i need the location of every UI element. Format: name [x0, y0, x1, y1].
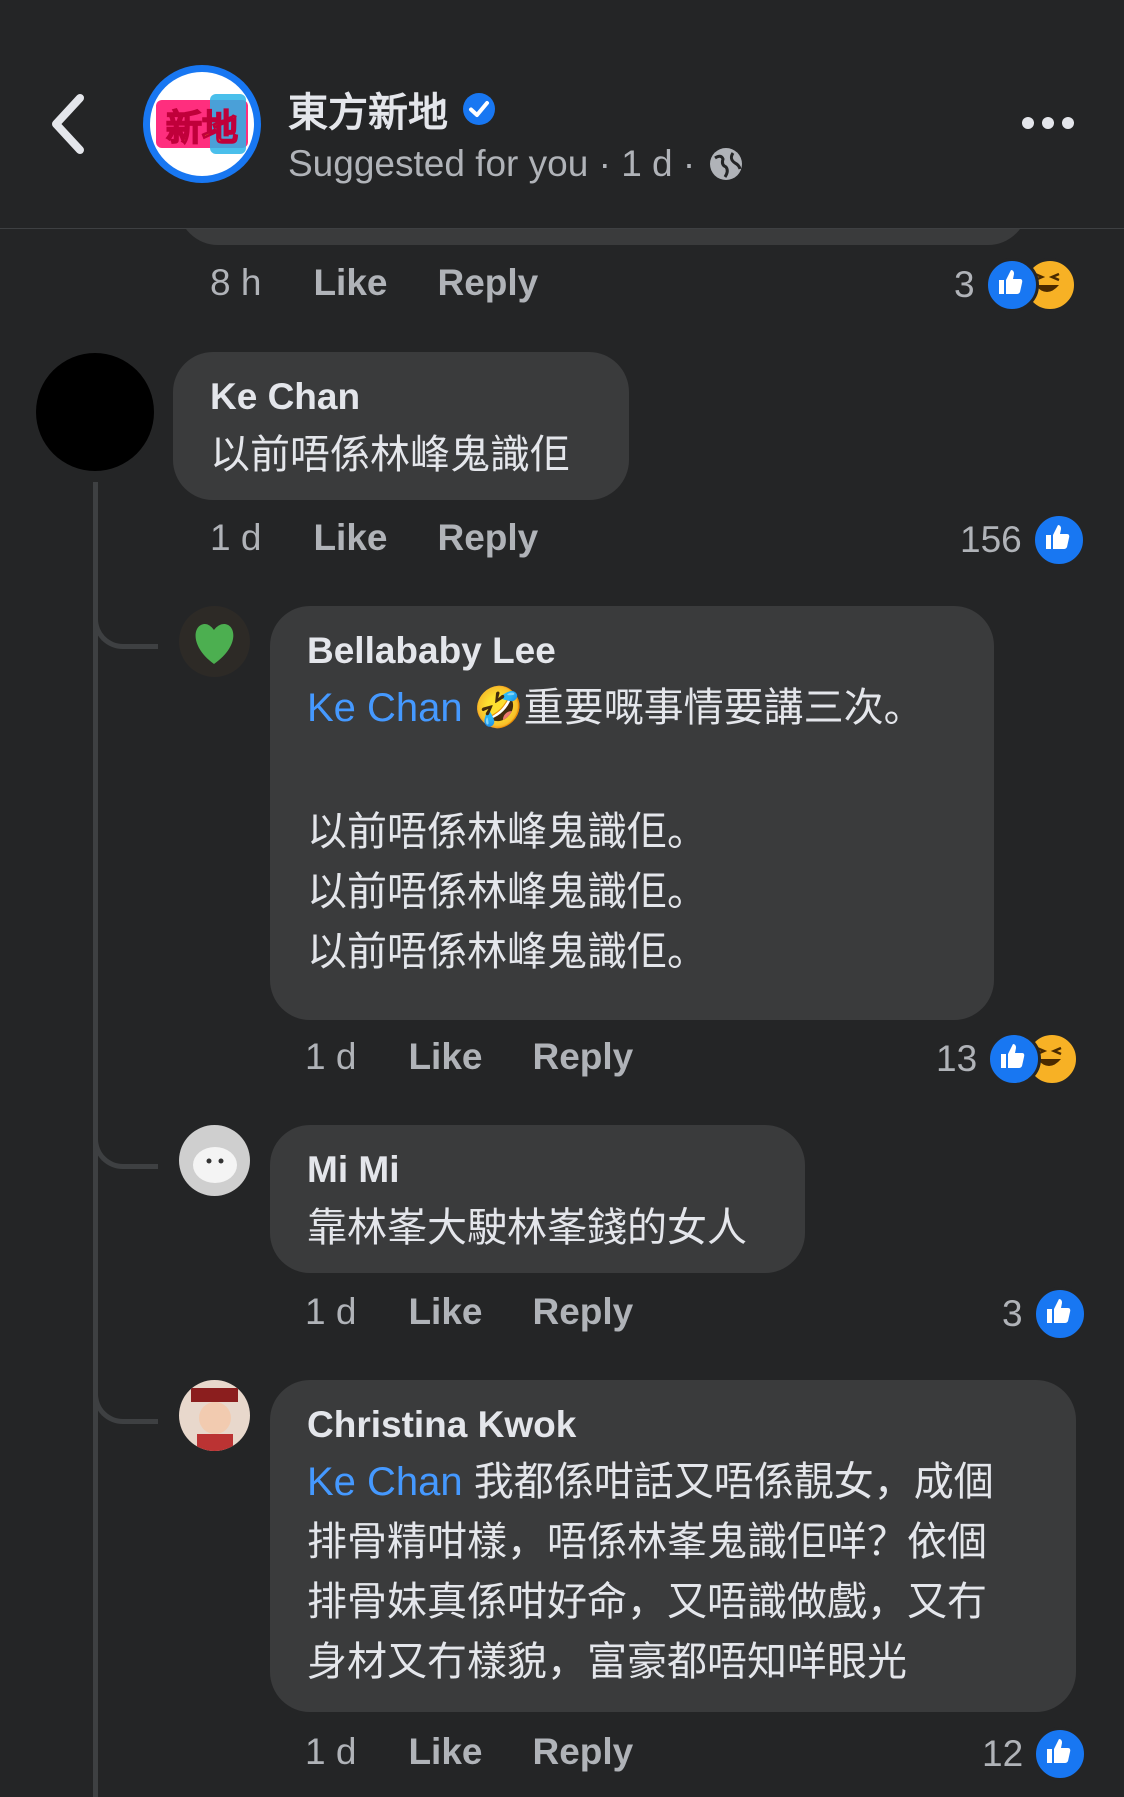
comment-time: 1 d: [305, 1291, 357, 1332]
comment-text-line: 身材又冇樣貌，富豪都唔知咩眼光: [307, 1640, 907, 1684]
thread-connector: [93, 1104, 158, 1169]
comment-author[interactable]: Ke Chan: [210, 376, 360, 418]
like-button[interactable]: Like: [408, 1731, 482, 1773]
like-reaction-icon: [1033, 1727, 1088, 1781]
reaction-count: 12: [982, 1733, 1024, 1774]
thread-connector: [93, 584, 158, 649]
reaction-count: 156: [960, 519, 1022, 560]
reaction-count: 13: [936, 1038, 978, 1079]
reply-button[interactable]: Reply: [437, 262, 538, 304]
globe-icon: [710, 148, 743, 180]
reaction-summary[interactable]: 13: [936, 1032, 1080, 1086]
mention-link[interactable]: Ke Chan: [307, 1460, 463, 1504]
comment-actions: 1 d Like Reply: [305, 1036, 633, 1078]
like-reaction-icon: [1031, 513, 1086, 567]
like-reaction-icon: [984, 258, 1039, 312]
reaction-count: 3: [1002, 1293, 1023, 1334]
comment-time: 1 d: [210, 517, 262, 558]
page-logo-text: 新地: [166, 108, 238, 149]
post-meta: Suggested for you · 1 d ·: [288, 143, 745, 185]
like-button[interactable]: Like: [313, 517, 387, 559]
reaction-summary[interactable]: 3: [1002, 1287, 1087, 1341]
page-avatar[interactable]: 新地: [143, 65, 261, 183]
like-reaction-icon: [1032, 1287, 1087, 1341]
comment-bubble: Bellababy Lee Ke Chan 🤣重要嘅事情要講三次。 以前唔係林峰…: [270, 606, 994, 1020]
comment-text-line: 我都係咁話又唔係靚女，成個: [473, 1460, 994, 1504]
reply-button[interactable]: Reply: [532, 1291, 633, 1333]
thread-connector: [93, 1359, 158, 1424]
comment-actions: 1 d Like Reply: [305, 1291, 633, 1333]
rofl-emoji: 🤣: [473, 686, 524, 730]
more-dots-icon[interactable]: [1022, 108, 1082, 138]
post-meta-text: Suggested for you · 1 d ·: [288, 143, 696, 184]
comment-text-line: 重要嘅事情要講三次。: [523, 686, 924, 730]
comment-text: Ke Chan 🤣重要嘅事情要講三次。: [307, 678, 924, 739]
comment-actions: 1 d Like Reply: [305, 1731, 633, 1773]
chevron-left-icon[interactable]: [44, 92, 94, 156]
comment-time: 8 h: [210, 262, 262, 303]
comment-author[interactable]: Bellababy Lee: [307, 630, 556, 672]
like-button[interactable]: Like: [408, 1291, 482, 1333]
comment-text: Ke Chan 我都係咁話又唔係靚女，成個: [307, 1452, 994, 1513]
comment-bubble: Ke Chan 以前唔係林峰鬼識佢: [173, 352, 629, 500]
like-button[interactable]: Like: [408, 1036, 482, 1078]
reaction-summary[interactable]: 156: [960, 513, 1086, 567]
reaction-summary[interactable]: 12: [982, 1727, 1088, 1781]
comment-text: 以前唔係林峰鬼識佢: [210, 433, 570, 477]
comment-text-line: 以前唔係林峰鬼識佢。: [307, 930, 707, 974]
reply-button[interactable]: Reply: [437, 517, 538, 559]
comment-text-line: 以前唔係林峰鬼識佢。: [307, 810, 707, 854]
comment-text-line: 排骨精咁樣，唔係林峯鬼識佢咩？依個: [307, 1520, 987, 1564]
page-logo: 新地: [150, 72, 254, 176]
comment-bubble: Mi Mi 靠林峯大駛林峯錢的女人: [270, 1125, 805, 1273]
reaction-count: 3: [954, 264, 975, 305]
comment-text: 靠林峯大駛林峯錢的女人: [307, 1206, 747, 1250]
comment-text-line: 排骨妹真係咁好命，又唔識做戲，又冇: [307, 1580, 987, 1624]
reply-button[interactable]: Reply: [532, 1036, 633, 1078]
comment-time: 1 d: [305, 1036, 357, 1077]
comment-text-line: 以前唔係林峰鬼識佢。: [307, 870, 707, 914]
avatar[interactable]: [36, 353, 154, 471]
avatar[interactable]: [179, 1380, 250, 1451]
comment-actions: 8 h Like Reply: [210, 262, 538, 304]
comment-time: 1 d: [305, 1731, 357, 1772]
like-reaction-icon: [987, 1032, 1042, 1086]
comment-bubble: Christina Kwok Ke Chan 我都係咁話又唔係靚女，成個 排骨精…: [270, 1380, 1076, 1712]
avatar[interactable]: [179, 1125, 250, 1196]
post-header: 新地 東方新地 Suggested for you · 1 d ·: [0, 0, 1124, 229]
like-button[interactable]: Like: [313, 262, 387, 304]
comment-actions: 1 d Like Reply: [210, 517, 538, 559]
page-name-text[interactable]: 東方新地: [288, 80, 448, 138]
verified-badge-icon: [463, 93, 495, 125]
mention-link[interactable]: Ke Chan: [307, 686, 463, 730]
page-title[interactable]: 東方新地: [288, 80, 496, 138]
comment-author[interactable]: Mi Mi: [307, 1149, 399, 1191]
comment-author[interactable]: Christina Kwok: [307, 1404, 576, 1446]
avatar[interactable]: [179, 606, 250, 677]
reaction-summary[interactable]: 3: [954, 258, 1077, 312]
reply-button[interactable]: Reply: [532, 1731, 633, 1773]
